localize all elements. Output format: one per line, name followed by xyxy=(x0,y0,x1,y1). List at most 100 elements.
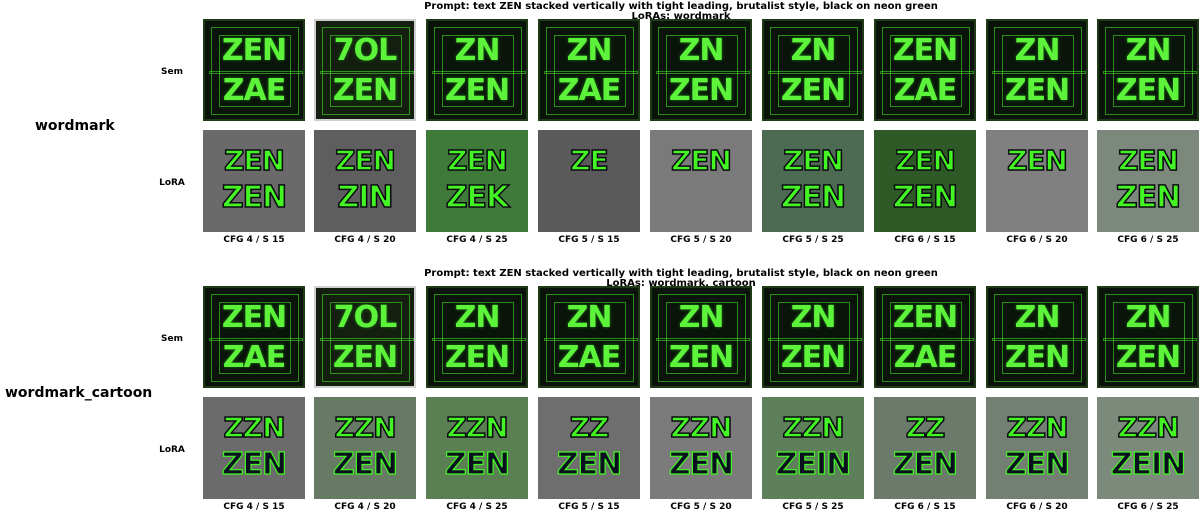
lora-image-tile: ZZ ZEN xyxy=(874,397,976,499)
tile-wordmark-text: ZEN xyxy=(332,340,398,375)
lora-image-tile: ZEN ZEN xyxy=(762,130,864,232)
tile-wordmark-text: ZEN xyxy=(780,179,847,216)
tile-wordmark-text: ZN xyxy=(566,33,613,68)
tile-wordmark-text: ZAE xyxy=(557,73,621,108)
lora-image-tile: ZEN ZEN xyxy=(203,130,305,232)
tile-caption: CFG 4 / S 15 xyxy=(223,502,285,512)
group-label: wordmark xyxy=(35,118,115,134)
tile-wordmark-text: ZZN xyxy=(334,410,398,445)
lora-image-tile: ZZN ZEN xyxy=(314,397,416,499)
tile-caption: CFG 5 / S 25 xyxy=(782,502,844,512)
tile-wordmark-text: ZEN xyxy=(892,179,959,216)
sem-image-tile: ZN ZEN xyxy=(426,19,528,121)
tile-wordmark-text: ZEK xyxy=(445,179,510,216)
lora-image-tile: ZEN xyxy=(986,130,1088,232)
tile-wordmark-text: ZEN xyxy=(892,300,958,335)
tile-wordmark-text: ZEIN xyxy=(1110,446,1187,482)
tile-wordmark-text: ZEN xyxy=(446,143,508,178)
lora-image-tile: ZE xyxy=(538,130,640,232)
tile-caption: CFG 6 / S 25 xyxy=(1117,235,1179,245)
tile-wordmark-text: ZZN xyxy=(1006,410,1070,445)
tile-wordmark-text: ZAE xyxy=(893,73,957,108)
tile-wordmark-text: ZN xyxy=(1125,33,1172,68)
tile-caption: CFG 6 / S 15 xyxy=(894,235,956,245)
tile-wordmark-text: ZN xyxy=(566,300,613,335)
row-label-sem: Sem xyxy=(161,67,183,77)
tile-caption: CFG 6 / S 20 xyxy=(1006,235,1068,245)
tile-wordmark-text: ZN xyxy=(1014,300,1061,335)
tile-wordmark-text: ZEN xyxy=(1115,340,1181,375)
tile-wordmark-text: ZEN xyxy=(444,446,511,482)
lora-image-tile: ZZN ZEN xyxy=(650,397,752,499)
sem-image-tile: ZN ZEN xyxy=(762,286,864,388)
lora-image-tile: ZZN ZEN xyxy=(986,397,1088,499)
lora-image-tile: ZEN ZEN xyxy=(1097,130,1199,232)
tile-wordmark-text: ZEN xyxy=(1006,143,1068,178)
tile-wordmark-text: ZN xyxy=(678,300,725,335)
tile-wordmark-text: ZEN xyxy=(892,446,959,482)
tile-caption: CFG 5 / S 20 xyxy=(670,235,732,245)
tile-wordmark-text: ZEN xyxy=(780,340,846,375)
tile-caption: CFG 6 / S 20 xyxy=(1006,502,1068,512)
tile-caption: CFG 4 / S 25 xyxy=(446,502,508,512)
tile-wordmark-text: ZZ xyxy=(905,410,946,445)
lora-image-tile: ZZN ZEIN xyxy=(762,397,864,499)
tile-wordmark-text: ZEN xyxy=(670,143,732,178)
tile-caption: CFG 4 / S 15 xyxy=(223,235,285,245)
tile-wordmark-text: ZZ xyxy=(569,410,610,445)
tile-wordmark-text: ZEN xyxy=(894,143,956,178)
tile-wordmark-text: ZEN xyxy=(444,340,510,375)
tile-wordmark-text: ZN xyxy=(454,33,501,68)
tile-wordmark-text: ZEN xyxy=(1115,73,1181,108)
lora-image-tile: ZEN ZIN xyxy=(314,130,416,232)
tile-wordmark-text: ZZN xyxy=(446,410,510,445)
tile-wordmark-text: ZEN xyxy=(668,73,734,108)
tile-wordmark-text: ZEN xyxy=(221,300,287,335)
tile-wordmark-text: ZN xyxy=(1125,300,1172,335)
tile-wordmark-text: ZN xyxy=(454,300,501,335)
lora-image-tile: ZEN xyxy=(650,130,752,232)
tile-wordmark-text: ZEN xyxy=(1004,340,1070,375)
lora-image-tile: ZEN ZEK xyxy=(426,130,528,232)
lora-image-tile: ZZN ZEIN xyxy=(1097,397,1199,499)
tile-caption: CFG 5 / S 15 xyxy=(558,502,620,512)
sem-image-tile: ZN ZEN xyxy=(762,19,864,121)
tile-wordmark-text: ZAE xyxy=(222,73,286,108)
tile-wordmark-text: ZAE xyxy=(893,340,957,375)
tile-wordmark-text: ZEN xyxy=(221,179,288,216)
sem-image-tile: ZEN ZAE xyxy=(203,286,305,388)
tile-wordmark-text: ZEN xyxy=(1115,179,1182,216)
sem-image-tile: ZEN ZAE xyxy=(874,286,976,388)
tile-wordmark-text: ZEN xyxy=(668,340,734,375)
row-label-sem: Sem xyxy=(161,334,183,344)
lora-image-tile: ZEN ZEN xyxy=(874,130,976,232)
tile-wordmark-text: ZZN xyxy=(1117,410,1181,445)
sem-image-tile: ZN ZAE xyxy=(538,19,640,121)
tile-caption: CFG 4 / S 20 xyxy=(334,235,396,245)
tile-wordmark-text: ZEN xyxy=(223,143,285,178)
tile-caption: CFG 4 / S 20 xyxy=(334,502,396,512)
tile-wordmark-text: ZN xyxy=(790,300,837,335)
tile-wordmark-text: ZZN xyxy=(223,410,287,445)
tile-wordmark-text: ZIN xyxy=(337,179,395,216)
tile-caption: CFG 4 / S 25 xyxy=(446,235,508,245)
tile-wordmark-text: ZAE xyxy=(222,340,286,375)
sem-image-tile: ZN ZEN xyxy=(986,19,1088,121)
tile-wordmark-text: ZN xyxy=(1014,33,1061,68)
sem-image-tile: ZN ZEN xyxy=(1097,286,1199,388)
sem-image-tile: ZEN ZAE xyxy=(874,19,976,121)
lora-image-tile: ZZ ZEN xyxy=(538,397,640,499)
tile-wordmark-text: ZEN xyxy=(782,143,844,178)
lora-image-tile: ZZN ZEN xyxy=(426,397,528,499)
sem-image-tile: ZN ZEN xyxy=(650,19,752,121)
sem-image-tile: ZN ZAE xyxy=(538,286,640,388)
tile-wordmark-text: ZEN xyxy=(332,73,398,108)
row-label-lora: LoRA xyxy=(159,445,185,455)
tile-wordmark-text: ZEN xyxy=(444,73,510,108)
tile-wordmark-text: ZEN xyxy=(221,33,287,68)
tile-wordmark-text: ZEN xyxy=(892,33,958,68)
tile-wordmark-text: ZEN xyxy=(332,446,399,482)
row-label-lora: LoRA xyxy=(159,178,185,188)
sem-image-tile: 7OL ZEN xyxy=(314,286,416,388)
tile-caption: CFG 5 / S 15 xyxy=(558,235,620,245)
